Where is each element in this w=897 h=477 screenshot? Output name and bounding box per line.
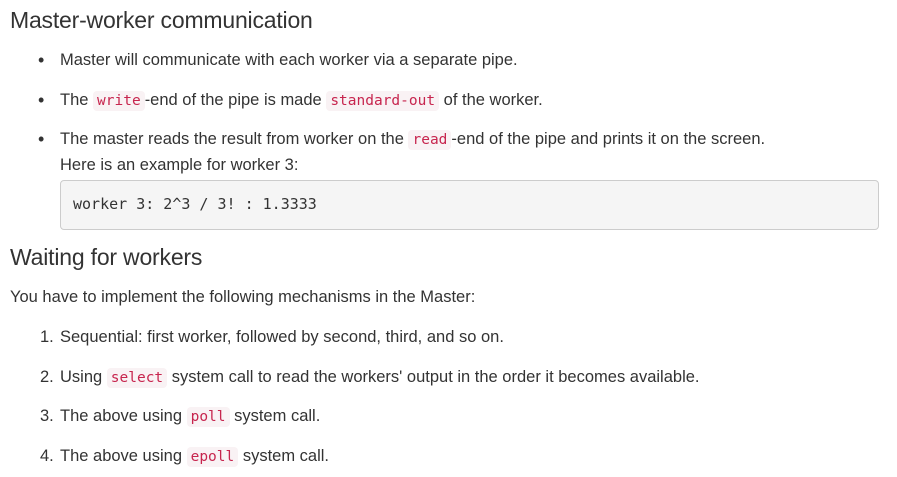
section-heading-waiting: Waiting for workers [10,244,203,270]
section-heading-master-worker: Master-worker communication [10,7,313,33]
code-block-example: worker 3: 2^3 / 3! : 1.3333 [60,180,879,230]
inline-code: epoll [186,447,239,467]
inline-code: poll [186,407,230,427]
bullet-icon: • [38,50,45,70]
inline-code: read [408,130,452,150]
inline-code: write [93,91,145,111]
bullet-icon: • [38,90,45,110]
intro-paragraph: You have to implement the following mech… [10,288,476,306]
inline-code: select [106,368,168,388]
document-page: Master-worker communication • Master wil… [0,0,897,477]
bullet-icon: • [38,129,45,149]
inline-code: standard-out [326,91,440,111]
